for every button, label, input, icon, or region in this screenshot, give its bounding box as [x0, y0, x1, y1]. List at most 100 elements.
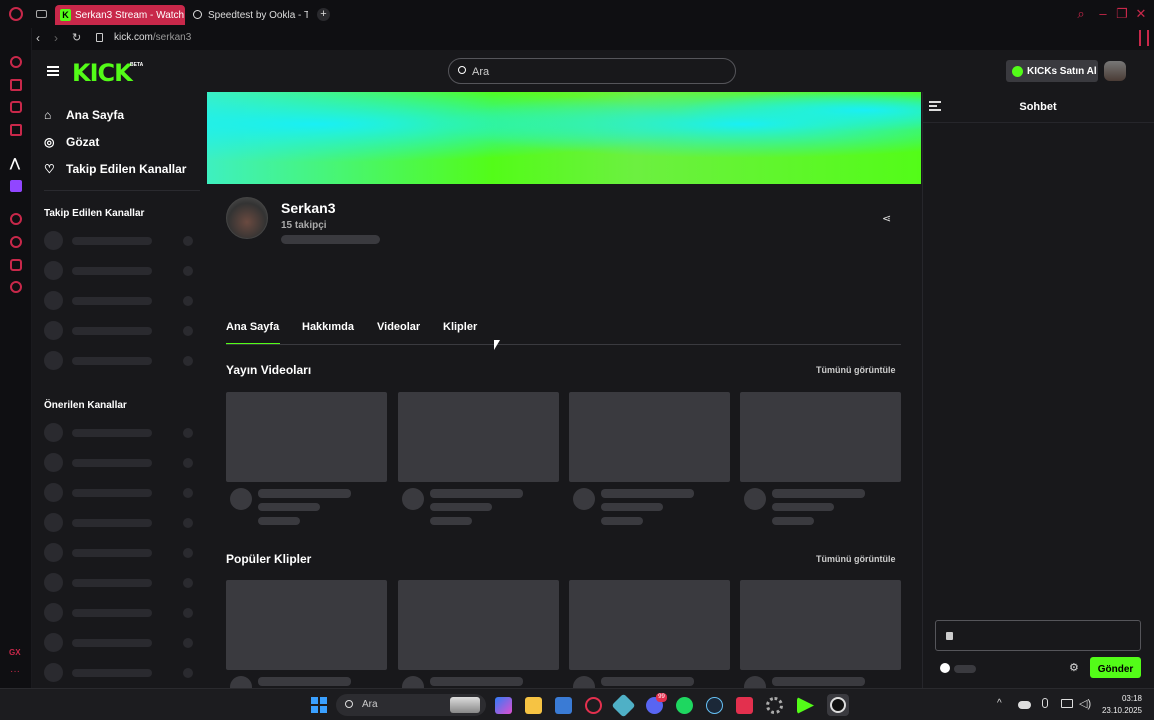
channel-banner	[207, 92, 921, 184]
search-tabs-icon[interactable]: ⌕	[1075, 7, 1087, 20]
obs-icon[interactable]	[827, 694, 849, 716]
chat-panel: Sohbet ⚙ Gönder	[922, 92, 1154, 688]
url-field[interactable]: kick.com/serkan3	[114, 32, 191, 43]
kick-logo[interactable]: KICK	[72, 59, 133, 87]
tab-speedtest[interactable]: Speedtest by Ookla - The Global	[188, 5, 308, 25]
tab-kick[interactable]: K Serkan3 Stream - Watch Live	[55, 5, 185, 25]
forward-icon[interactable]: ›	[54, 31, 58, 45]
send-button[interactable]: Gönder	[1090, 657, 1141, 678]
nav-divider	[44, 190, 200, 191]
new-tab-button[interactable]: +	[317, 8, 330, 21]
app-red-icon[interactable]	[736, 697, 753, 714]
nav-home[interactable]: ⌂ Ana Sayfa	[44, 108, 124, 122]
history-icon[interactable]	[10, 236, 22, 248]
speed-dial-icon[interactable]	[10, 56, 22, 68]
channel-name: Serkan3	[281, 200, 336, 216]
show-hidden-icons[interactable]: ^	[997, 698, 1002, 709]
kick-header: KICK BETA Ara KICKs Satın Al	[32, 50, 1154, 92]
channel-skeleton-row	[44, 483, 194, 503]
windows-start-icon[interactable]	[311, 697, 327, 713]
copilot-icon[interactable]	[495, 697, 512, 714]
kick-app: KICK BETA Ara KICKs Satın Al ⌂ Ana Sayfa…	[32, 50, 1154, 688]
channel-skeleton-row	[44, 423, 194, 443]
tab-title: Speedtest by Ookla - The Global	[208, 9, 308, 21]
browser-tab-bar: K Serkan3 Stream - Watch Live Speedtest …	[0, 0, 1154, 28]
search-highlight-icon	[450, 697, 480, 713]
emote-icon[interactable]	[940, 663, 950, 673]
onedrive-icon[interactable]	[1018, 701, 1031, 709]
home-icon: ⌂	[44, 108, 52, 122]
channel-skeleton-row	[44, 663, 194, 683]
tab-label: Klipler	[443, 321, 478, 333]
share-icon[interactable]: ⋖	[882, 212, 891, 225]
opera-gx-taskbar-icon[interactable]	[585, 697, 602, 714]
nav-following[interactable]: ♡ Takip Edilen Kanallar	[44, 162, 186, 176]
microsoft-store-icon[interactable]	[555, 697, 572, 714]
nav-browse-label: Gözat	[66, 135, 100, 149]
nav-browse[interactable]: ◎ Gözat	[44, 135, 99, 149]
reload-icon[interactable]: ↻	[72, 31, 81, 44]
spotify-icon[interactable]	[676, 697, 693, 714]
close-window-button[interactable]: ✕	[1135, 7, 1147, 20]
tab-label: Videolar	[377, 321, 421, 333]
channel-tab-clips[interactable]: Klipler	[443, 321, 477, 333]
chat-settings-icon[interactable]: ⚙	[1069, 661, 1079, 674]
steam-icon[interactable]	[706, 697, 723, 714]
kicks-buy-label: KICKs Satın Al	[1027, 65, 1097, 77]
volume-icon[interactable]: ◁)	[1079, 697, 1091, 710]
speedtest-favicon-icon	[193, 10, 202, 19]
mouse-cursor-icon	[494, 340, 500, 350]
gx-control-icon[interactable]	[1139, 30, 1149, 46]
chat-header-divider	[923, 122, 1154, 123]
lock-icon	[946, 632, 953, 640]
chat-message-input[interactable]	[935, 620, 1141, 651]
clock-date[interactable]: 23.10.2025	[1096, 706, 1142, 715]
file-explorer-icon[interactable]	[525, 697, 542, 714]
back-icon[interactable]: ‹	[36, 31, 40, 45]
minimize-button[interactable]: –	[1097, 7, 1109, 20]
network-icon[interactable]	[1061, 699, 1073, 708]
channel-skeleton-row	[44, 453, 194, 473]
url-path: /serkan3	[152, 32, 192, 43]
kicks-buy-button[interactable]: KICKs Satın Al	[1006, 60, 1098, 82]
settings-icon[interactable]	[10, 281, 22, 293]
kodi-icon[interactable]	[611, 693, 636, 718]
videos-view-all-link[interactable]: Tümünü görüntüle	[816, 365, 895, 375]
hamburger-menu-icon[interactable]	[47, 66, 59, 76]
channel-skeleton-row	[44, 321, 194, 341]
extensions-icon[interactable]	[10, 259, 22, 271]
gx-corner-icon[interactable]	[10, 79, 22, 91]
channel-tab-videos[interactable]: Videolar	[377, 321, 420, 333]
search-input[interactable]: Ara	[448, 58, 736, 84]
settings-gear-icon[interactable]	[766, 697, 783, 714]
messenger-icon[interactable]	[10, 101, 22, 113]
taskbar-search-input[interactable]: Ara	[336, 694, 486, 716]
microphone-icon[interactable]	[1042, 698, 1048, 708]
gx-logo-icon: GX	[9, 648, 21, 657]
twitch-icon[interactable]	[10, 180, 22, 192]
more-icon[interactable]: ···	[10, 666, 20, 677]
user-avatar[interactable]	[1104, 61, 1126, 81]
kick-sidebar-icon[interactable]: ⋀	[10, 156, 20, 170]
search-icon	[458, 66, 466, 74]
maximize-button[interactable]: ❐	[1116, 7, 1128, 20]
channel-skeleton-row	[44, 603, 194, 623]
compass-icon: ◎	[44, 135, 55, 149]
followed-channels-title: Takip Edilen Kanallar	[44, 208, 145, 219]
opera-logo-icon[interactable]	[9, 7, 23, 21]
follower-count: 15 takipçi	[281, 220, 327, 231]
gmail-icon[interactable]	[10, 124, 22, 136]
logo-text: KICK	[72, 59, 133, 87]
discord-badge: 99	[656, 693, 667, 702]
clock-time[interactable]: 03:18	[1100, 694, 1142, 703]
channel-tab-about[interactable]: Hakkımda	[302, 321, 354, 333]
tab-manager-icon[interactable]	[36, 10, 47, 18]
channel-skeleton-row	[44, 543, 194, 563]
chat-title: Sohbet	[1019, 101, 1057, 113]
search-placeholder: Ara	[472, 66, 490, 78]
clips-view-all-link[interactable]: Tümünü görüntüle	[816, 554, 895, 564]
channel-avatar[interactable]	[226, 197, 268, 239]
kick-app-icon[interactable]	[797, 697, 814, 714]
player-icon[interactable]	[10, 213, 22, 225]
channel-tab-home[interactable]: Ana Sayfa	[226, 321, 279, 333]
